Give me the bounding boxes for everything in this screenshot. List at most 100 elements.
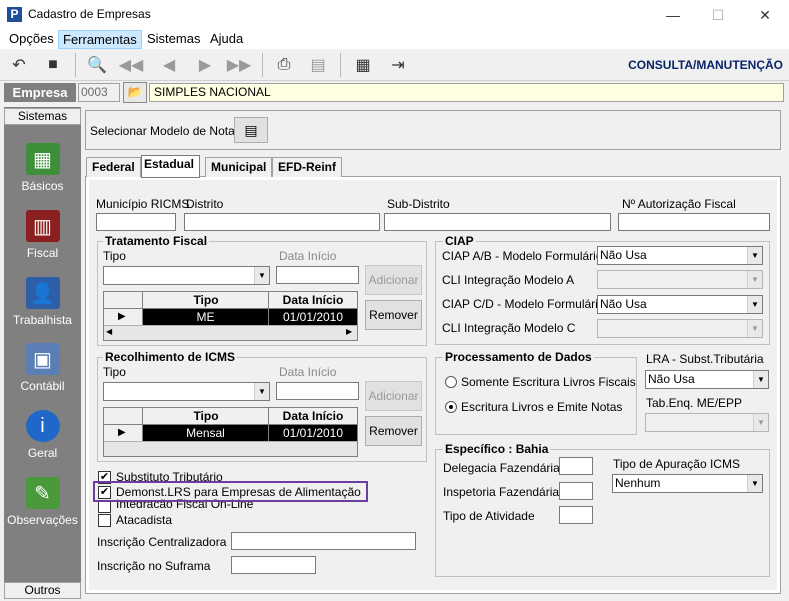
preview-icon[interactable]: 🔍 [84, 53, 110, 77]
sidebar-item-label: Geral [27, 446, 58, 460]
table-row-data[interactable]: 01/01/2010 [269, 425, 357, 441]
tratamento-remove-button[interactable]: Remover [365, 300, 422, 330]
menu-ferramentas[interactable]: Ferramentas [58, 30, 142, 49]
recolhimento-grid: Tipo Data Início ▶ Mensal 01/01/2010 [103, 407, 358, 457]
apuracao-value: Nenhum [615, 476, 661, 490]
row-pointer-icon: ▶ [118, 427, 126, 438]
atividade-input[interactable] [559, 506, 593, 524]
sidebar-footer[interactable]: Outros [4, 582, 81, 599]
ciap-ab-select[interactable]: Não Usa ▼ [597, 246, 763, 265]
sub-distrito-input[interactable] [384, 213, 611, 231]
ciap-cd-value: Não Usa [600, 297, 647, 311]
radio-somente-escritura[interactable] [445, 376, 457, 388]
menu-opcoes[interactable]: Opções [5, 30, 58, 49]
pen-icon: ✎ [25, 477, 60, 509]
tratamento-tipo-select[interactable]: ▼ [103, 266, 270, 285]
autorizacao-input[interactable] [618, 213, 770, 231]
chevron-right-icon[interactable]: ▶ [346, 327, 352, 336]
sidebar-item-geral[interactable]: i Geral [4, 410, 81, 460]
undo-icon[interactable]: ↶ [6, 53, 32, 77]
tab-efd-reinf[interactable]: EFD-Reinf [272, 157, 342, 177]
open-folder-icon[interactable]: 📂 [123, 82, 147, 103]
sidebar-item-fiscal[interactable]: ▥ Fiscal [4, 210, 81, 260]
chevron-left-icon[interactable]: ◀ [106, 327, 112, 336]
grid-col-tipo: Tipo [193, 409, 219, 423]
previous-record-icon[interactable]: ◀ [156, 53, 182, 77]
recolhimento-data-input[interactable] [276, 382, 359, 400]
sidebar-item-label: Básicos [21, 179, 64, 193]
autorizacao-label: Nº Autorização Fiscal [622, 197, 736, 211]
sidebar-item-trabalhista[interactable]: 👤 Trabalhista [4, 277, 81, 327]
chevron-down-icon: ▼ [747, 320, 762, 337]
chevron-down-icon: ▼ [747, 247, 762, 264]
apuracao-select[interactable]: Nenhum ▼ [612, 474, 763, 493]
horizontal-scrollbar[interactable] [104, 441, 357, 456]
atacadista-checkbox[interactable] [98, 514, 111, 527]
lra-select[interactable]: Não Usa ▼ [645, 370, 769, 389]
recolhimento-data-label: Data Início [279, 365, 337, 379]
tab-municipal[interactable]: Municipal [205, 157, 273, 177]
tab-enq-select[interactable]: ▼ [645, 413, 769, 432]
report-icon[interactable]: ▤ [305, 53, 331, 77]
recolhimento-remove-button[interactable]: Remover [365, 416, 422, 446]
tab-enq-label: Tab.Enq. ME/EPP [646, 396, 743, 410]
empresa-code-field[interactable]: 0003 [78, 83, 120, 102]
table-row-tipo[interactable]: ME [143, 309, 268, 325]
last-record-icon[interactable]: ▶▶ [226, 53, 252, 77]
delegacia-input[interactable] [559, 457, 593, 475]
close-button[interactable]: ✕ [750, 4, 780, 26]
basicos-icon: ▦ [25, 143, 60, 175]
maximize-button[interactable]: ☐ [703, 4, 733, 26]
centralizadora-input[interactable] [231, 532, 416, 550]
tab-estadual[interactable]: Estadual [141, 155, 201, 178]
delegacia-label: Delegacia Fazendária [443, 461, 560, 475]
cli-a-select[interactable]: ▼ [597, 270, 763, 289]
tratamento-tipo-label: Tipo [103, 249, 126, 263]
mode-label: CONSULTA/MANUTENÇÃO [628, 58, 783, 72]
menu-ajuda[interactable]: Ajuda [206, 30, 247, 49]
fiscal-icon: ▥ [25, 210, 60, 242]
empresa-label: Empresa [4, 83, 76, 102]
calculator-icon: ▣ [25, 343, 60, 375]
inspetoria-input[interactable] [559, 482, 593, 500]
horizontal-scrollbar[interactable] [104, 325, 357, 340]
tratamento-add-button[interactable]: Adicionar [365, 265, 422, 295]
sidebar-item-observacoes[interactable]: ✎ Observações [4, 477, 81, 527]
tratamento-data-input[interactable] [276, 266, 359, 284]
sidebar-item-label: Observações [7, 513, 78, 527]
stamp-icon[interactable]: ▦ [350, 53, 376, 77]
grid-col-tipo: Tipo [193, 293, 219, 307]
radio-escritura-emite[interactable] [445, 401, 457, 413]
distrito-input[interactable] [184, 213, 380, 231]
first-record-icon[interactable]: ◀◀ [118, 53, 144, 77]
lra-label: LRA - Subst.Tributária [646, 352, 764, 366]
save-icon[interactable]: ■ [40, 53, 66, 77]
sidebar-item-basicos[interactable]: ▦ Básicos [4, 143, 81, 193]
sidebar-header[interactable]: Sistemas [4, 108, 81, 125]
recolhimento-add-button[interactable]: Adicionar [365, 381, 422, 411]
ciap-ab-value: Não Usa [600, 248, 647, 262]
chevron-down-icon: ▼ [254, 383, 269, 400]
grid-col-data: Data Início [282, 293, 344, 307]
sidebar-item-contabil[interactable]: ▣ Contábil [4, 343, 81, 393]
ciap-cd-select[interactable]: Não Usa ▼ [597, 295, 763, 314]
suframa-input[interactable] [231, 556, 316, 574]
municipio-ricms-input[interactable] [96, 213, 176, 231]
table-row-data[interactable]: 01/01/2010 [269, 309, 357, 325]
atacadista-label: Atacadista [116, 513, 173, 527]
processamento-title: Processamento de Dados [443, 350, 594, 364]
tab-federal[interactable]: Federal [86, 157, 141, 177]
print-icon[interactable]: ⎙ [271, 53, 297, 77]
note-model-icon[interactable]: ▤ [234, 117, 268, 143]
recolhimento-tipo-select[interactable]: ▼ [103, 382, 270, 401]
ciap-title: CIAP [443, 234, 476, 248]
minimize-button[interactable]: — [658, 4, 688, 26]
window-title: Cadastro de Empresas [28, 7, 151, 21]
chevron-down-icon: ▼ [747, 271, 762, 288]
exit-icon[interactable]: ⇥ [385, 53, 411, 77]
menu-sistemas[interactable]: Sistemas [143, 30, 204, 49]
next-record-icon[interactable]: ▶ [192, 53, 218, 77]
tratamento-title: Tratamento Fiscal [103, 234, 210, 248]
table-row-tipo[interactable]: Mensal [143, 425, 268, 441]
cli-c-select[interactable]: ▼ [597, 319, 763, 338]
